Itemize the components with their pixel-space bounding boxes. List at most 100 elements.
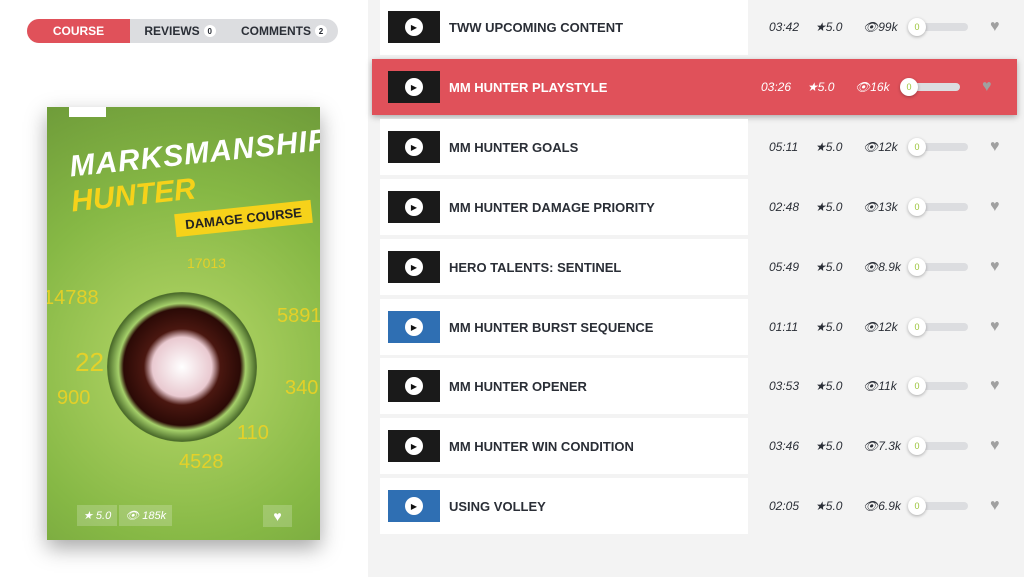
progress-bar: 0: [908, 198, 968, 216]
play-icon: ▶: [405, 18, 423, 36]
course-cover-card[interactable]: MARKSMANSHIP HUNTER DAMAGE COURSE 17013 …: [47, 107, 320, 540]
tab-comments[interactable]: COMMENTS 2: [230, 19, 338, 43]
video-row[interactable]: ▶ TWW UPCOMING CONTENT 03:42 ★5.0 👁99k 0 …: [380, 0, 1017, 55]
video-thumbnail[interactable]: ▶: [388, 191, 440, 223]
video-main[interactable]: ▶ TWW UPCOMING CONTENT: [380, 0, 748, 55]
heart-icon[interactable]: ♥: [990, 18, 1000, 36]
eye-icon: 👁: [863, 140, 879, 154]
tab-course[interactable]: COURSE: [27, 19, 130, 43]
video-rating: ★5.0: [815, 260, 842, 274]
video-thumbnail[interactable]: ▶: [388, 430, 440, 462]
video-row[interactable]: ▶ MM HUNTER DAMAGE PRIORITY 02:48 ★5.0 👁1…: [380, 179, 1017, 235]
video-rating: ★5.0: [815, 499, 842, 513]
video-duration: 05:11: [769, 140, 799, 154]
video-thumbnail[interactable]: ▶: [388, 311, 440, 343]
progress-knob: 0: [908, 198, 926, 216]
play-icon: ▶: [405, 377, 423, 395]
play-icon: ▶: [405, 258, 423, 276]
damage-number: 5891: [277, 305, 320, 327]
heart-icon[interactable]: ♥: [990, 198, 1000, 216]
play-icon: ▶: [405, 318, 423, 336]
views-value: 185k: [142, 510, 167, 522]
video-main[interactable]: ▶ MM HUNTER GOALS: [380, 119, 748, 175]
video-rating: ★5.0: [815, 200, 842, 214]
video-views: 👁11k: [863, 379, 897, 393]
video-main[interactable]: ▶ HERO TALENTS: SENTINEL: [380, 239, 748, 295]
tab-label: REVIEWS: [144, 24, 200, 38]
video-main[interactable]: ▶ MM HUNTER OPENER: [380, 358, 748, 414]
star-icon: ★: [807, 80, 818, 94]
tab-reviews[interactable]: REVIEWS 0: [130, 19, 230, 43]
video-duration: 05:49: [769, 260, 800, 274]
star-icon: ★: [815, 499, 826, 513]
heart-icon[interactable]: ♥: [990, 138, 1000, 156]
heart-icon[interactable]: ♥: [982, 78, 992, 96]
eye-icon: 👁: [863, 260, 879, 274]
play-icon: ▶: [405, 78, 423, 96]
video-main[interactable]: ▶ USING VOLLEY: [380, 478, 748, 534]
damage-number: 110: [237, 422, 269, 444]
rating-value: 5.0: [825, 439, 843, 453]
video-thumbnail[interactable]: ▶: [388, 251, 440, 283]
video-row[interactable]: ▶ USING VOLLEY 02:05 ★5.0 👁6.9k 0 ♥: [380, 478, 1017, 534]
video-title: MM HUNTER OPENER: [449, 378, 587, 394]
progress-knob: 0: [908, 377, 926, 395]
video-row[interactable]: ▶ MM HUNTER BURST SEQUENCE 01:11 ★5.0 👁12…: [380, 299, 1017, 355]
video-row[interactable]: ▶ MM HUNTER OPENER 03:53 ★5.0 👁11k 0 ♥: [380, 358, 1017, 414]
video-main[interactable]: ▶ MM HUNTER DAMAGE PRIORITY: [380, 179, 748, 235]
video-main[interactable]: ▶ MM HUNTER WIN CONDITION: [380, 418, 748, 474]
views-value: 12k: [878, 320, 898, 334]
video-rating: ★5.0: [815, 439, 842, 453]
damage-number: 340: [285, 377, 319, 399]
star-icon: ★: [815, 320, 826, 334]
video-thumbnail[interactable]: ▶: [388, 490, 440, 522]
play-icon: ▶: [405, 198, 423, 216]
video-rating: ★5.0: [815, 320, 842, 334]
cover-tag: [69, 107, 106, 117]
heart-icon[interactable]: ♥: [990, 258, 1000, 276]
video-row[interactable]: ▶ MM HUNTER GOALS 05:11 ★5.0 👁12k 0 ♥: [380, 119, 1017, 175]
video-title: TWW UPCOMING CONTENT: [449, 19, 624, 35]
progress-bar: 0: [908, 437, 968, 455]
video-thumbnail[interactable]: ▶: [388, 370, 440, 402]
views-value: 6.9k: [878, 499, 901, 513]
video-title: MM HUNTER GOALS: [449, 139, 579, 155]
progress-knob: 0: [908, 497, 926, 515]
tab-bar: COURSE REVIEWS 0 COMMENTS 2: [27, 19, 338, 43]
play-icon: ▶: [405, 437, 423, 455]
video-views: 👁16k: [855, 80, 890, 94]
video-duration: 03:53: [769, 379, 800, 393]
video-row[interactable]: ▶ MM HUNTER PLAYSTYLE 03:26 ★5.0 👁16k 0 ♥: [372, 59, 1017, 115]
video-row[interactable]: ▶ HERO TALENTS: SENTINEL 05:49 ★5.0 👁8.9k…: [380, 239, 1017, 295]
video-main[interactable]: ▶ MM HUNTER PLAYSTYLE: [372, 59, 748, 115]
hunter-emblem: [107, 292, 257, 442]
video-title: HERO TALENTS: SENTINEL: [449, 259, 622, 275]
video-row[interactable]: ▶ MM HUNTER WIN CONDITION 03:46 ★5.0 👁7.3…: [380, 418, 1017, 474]
video-thumbnail[interactable]: ▶: [388, 11, 440, 43]
views-value: 8.9k: [878, 260, 901, 274]
rating-value: 5.0: [95, 510, 112, 522]
heart-icon[interactable]: ♥: [990, 437, 1000, 455]
video-title: MM HUNTER DAMAGE PRIORITY: [449, 199, 655, 215]
video-views: 👁12k: [863, 320, 898, 334]
star-icon: ★: [815, 200, 826, 214]
heart-icon[interactable]: ♥: [263, 505, 292, 527]
damage-number: 14788: [47, 287, 99, 309]
video-thumbnail[interactable]: ▶: [388, 131, 440, 163]
progress-bar: 0: [908, 138, 968, 156]
video-thumbnail[interactable]: ▶: [388, 71, 440, 103]
video-duration: 03:46: [769, 439, 800, 453]
heart-icon[interactable]: ♥: [990, 497, 1000, 515]
views-value: 12k: [878, 140, 898, 154]
left-panel: COURSE REVIEWS 0 COMMENTS 2 MARKSMANSHIP H…: [0, 0, 368, 577]
progress-knob: 0: [908, 437, 926, 455]
play-icon: ▶: [405, 138, 423, 156]
video-main[interactable]: ▶ MM HUNTER BURST SEQUENCE: [380, 299, 748, 355]
star-icon: ★: [815, 140, 826, 154]
star-icon: ★: [815, 20, 826, 34]
heart-icon[interactable]: ♥: [990, 318, 1000, 336]
heart-icon[interactable]: ♥: [990, 377, 1000, 395]
tab-label: COURSE: [52, 24, 105, 38]
views-value: 7.3k: [878, 439, 901, 453]
progress-bar: 0: [900, 78, 960, 96]
